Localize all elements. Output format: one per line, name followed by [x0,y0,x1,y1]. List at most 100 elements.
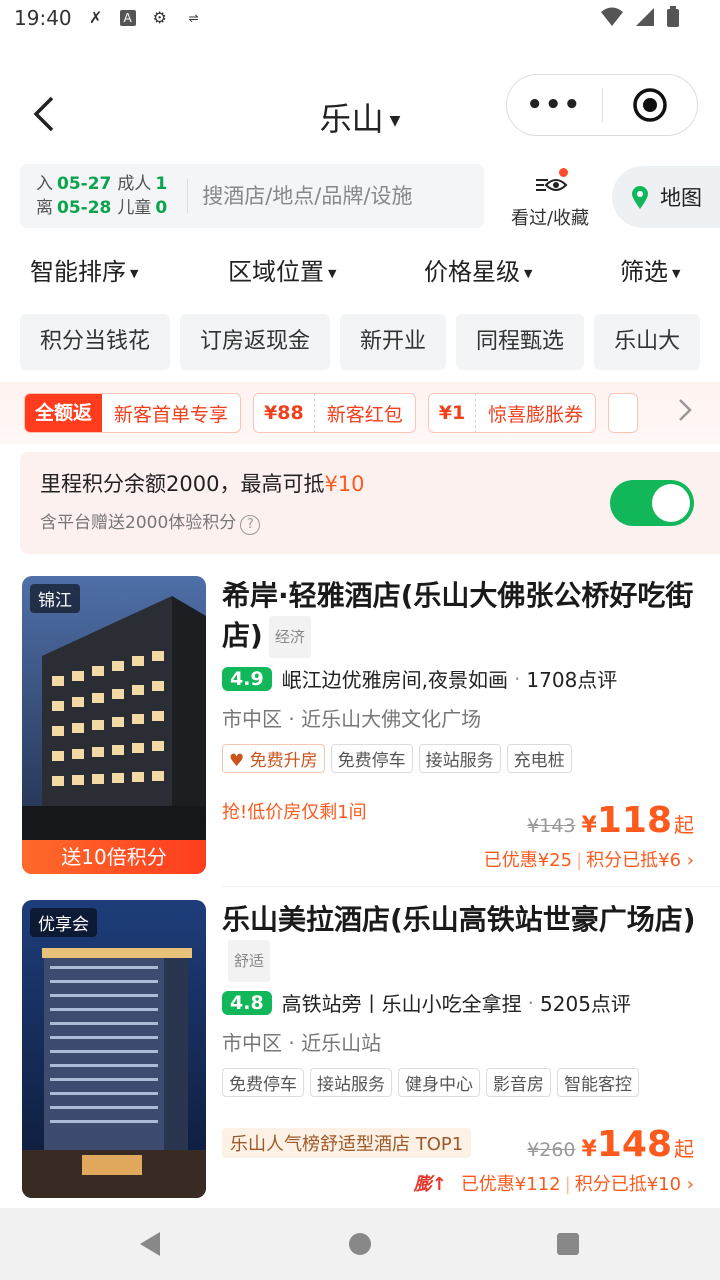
hotel-card[interactable]: 锦江 送10倍积分 希岸·轻雅酒店(乐山大佛张公桥好吃街店) 经济 4.9 岷江边… [0,576,720,876]
coupon-full-refund[interactable]: 全额返 新客首单专享 [24,393,242,433]
hotel-photo [22,900,206,1198]
status-bar: 19:40 ✗ A ⚙ ⇌ [0,0,720,36]
urgency-text: 抢!低价房仅剩1间 [222,802,367,823]
viewed-favorites-button[interactable]: 看过/收藏 [504,168,596,230]
toggle-knob [652,484,690,522]
coupon-surprise[interactable]: ¥1 惊喜膨胀券 [427,393,597,433]
viewed-label: 看过/收藏 [510,208,590,229]
amenity-tags: 免费停车 接站服务 健身中心 影音房 智能客控 [222,1068,702,1097]
chip[interactable]: 新开业 [340,314,447,370]
page-title: 乐山 [319,100,384,138]
discount-amount: 已优惠¥112 [460,1174,561,1195]
discount-amount: 已优惠¥25 [483,850,573,871]
nav-recents-icon[interactable] [556,1232,580,1256]
ranking-badge[interactable]: 乐山人气榜舒适型酒店 TOP1 [222,1128,472,1158]
amenity-tag: ♥ 免费升房 [222,744,325,773]
price-suffix: 起 [674,813,694,837]
amenity-tag: 接站服务 [310,1068,392,1097]
map-button[interactable]: 地图 [612,166,720,228]
filter-sort[interactable]: 智能排序 ▼ [30,252,138,287]
search-box[interactable]: 入 05-27 成人 1 离 05-28 儿童 0 搜酒店/地点/品牌/设施 [20,164,484,228]
brand-badge: 锦江 [30,584,80,613]
chip[interactable]: 乐山大 [594,314,701,370]
amenity-tags: ♥ 免费升房 免费停车 接站服务 充电桩 [222,744,702,773]
hotel-image[interactable]: 锦江 送10倍积分 [22,576,206,874]
filter-label: 价格星级 [424,258,520,286]
adults-count: 1 [155,174,168,194]
discount-line[interactable]: 已优惠¥25 | 积分已抵¥6 › [484,846,694,872]
hotel-info: 希岸·轻雅酒店(乐山大佛张公桥好吃街店) 经济 4.9 岷江边优雅房间,夜景如画 … [222,576,702,823]
sync-icon: ⇌ [188,11,199,25]
mini-program-capsule: ••• [506,74,698,136]
adults-label: 成人 [117,174,152,194]
chip[interactable]: 积分当钱花 [20,314,171,370]
points-used: 积分已抵¥10 [574,1174,682,1195]
nav-back-icon[interactable] [138,1230,162,1258]
caret-down-icon: ▼ [130,266,139,280]
hotel-class-badge: 经济 [268,616,311,658]
arrow-up-icon: ↑ [431,1174,447,1195]
hotel-location: 市中区 · 近乐山大佛文化广场 [222,707,482,731]
filter-area[interactable]: 区域位置 ▼ [228,252,336,287]
coupon-text: 新客红包 [326,403,403,426]
filter-bar: 智能排序 ▼ 区域位置 ▼ 价格星级 ▼ 筛选 ▼ [0,252,720,296]
amenity-tag: 智能客控 [557,1068,639,1097]
hotel-info: 乐山美拉酒店(乐山高铁站世豪广场店) 舒适 4.8 高铁站旁丨乐山小吃全拿捏 · … [222,900,702,1158]
more-button[interactable]: ••• [507,90,602,120]
caret-down-icon: ▼ [328,266,337,280]
hotel-name-text: 乐山美拉酒店(乐山高铁站世豪广场店) [222,903,696,936]
settings-icon: ⚙ [152,8,167,27]
amenity-tag: 充电桩 [506,744,572,773]
location-pin-icon [632,186,648,209]
quick-filter-chips: 积分当钱花 订房返现金 新开业 同程甄选 乐山大 [20,314,720,370]
filter-label: 智能排序 [30,258,126,286]
filter-label: 筛选 [620,258,668,286]
status-time: 19:40 [14,6,72,30]
points-amount: ¥10 [324,472,365,496]
chevron-right-icon[interactable] [678,398,692,428]
filter-price-star[interactable]: 价格星级 ▼ [424,252,532,287]
price-block: ¥260 ¥148 起 [527,1124,694,1165]
a-icon: A [119,10,136,26]
close-miniprogram-button[interactable] [603,87,698,123]
tools-icon: ✗ [88,8,103,27]
promo-banner: 送10倍积分 [22,840,206,874]
price-suffix: 起 [674,1137,694,1161]
coupon-text: 惊喜膨胀券 [488,403,584,426]
checkout-date: 05-28 [57,198,112,218]
review-count: 1708点评 [526,668,618,692]
separator: | [576,850,583,871]
divider [222,886,720,887]
children-label: 儿童 [117,198,152,218]
coupon-red-packet[interactable]: ¥88 新客红包 [253,393,416,433]
chip[interactable]: 同程甄选 [456,314,585,370]
hotel-image[interactable]: 优享会 [22,900,206,1198]
filter-more[interactable]: 筛选 ▼ [620,252,680,287]
points-toggle[interactable] [610,480,694,526]
children-count: 0 [155,198,168,218]
yen-sign: ¥ [581,1137,597,1162]
price-block: ¥143 ¥118 起 [527,800,694,841]
nav-home-icon[interactable] [348,1232,372,1256]
checkin-date: 05-27 [57,174,112,194]
caret-down-icon: ▼ [672,266,681,280]
hotel-card[interactable]: 优享会 乐山美拉酒店(乐山高铁站世豪广场店) 舒适 4.8 高铁站旁丨乐山小吃全拿… [0,900,720,1200]
caret-down-icon: ▼ [524,266,533,280]
amenity-tag-text: 免费升房 [249,751,318,771]
help-icon[interactable]: ? [240,515,261,535]
brand-badge: 优享会 [30,908,97,937]
coupon-partial[interactable] [608,393,639,433]
review-count: 5205点评 [540,992,631,1016]
search-input[interactable]: 搜酒店/地点/品牌/设施 [187,179,412,213]
points-text: 里程积分余额2000，最高可抵 [40,472,325,496]
filter-label: 区域位置 [228,258,324,286]
date-guest-selector[interactable]: 入 05-27 成人 1 离 05-28 儿童 0 [36,172,167,220]
separator: | [564,1174,571,1195]
chip[interactable]: 订房返现金 [180,314,331,370]
wifi-icon [601,7,623,26]
hotel-highlight: 岷江边优雅房间,夜景如画 [281,668,509,692]
points-used: 积分已抵¥6 [586,850,682,871]
amenity-tag: 影音房 [486,1068,551,1097]
coupon-amount: ¥1 [429,394,477,432]
discount-line[interactable]: 膨↑ 已优惠¥112 | 积分已抵¥10 › [414,1170,694,1196]
